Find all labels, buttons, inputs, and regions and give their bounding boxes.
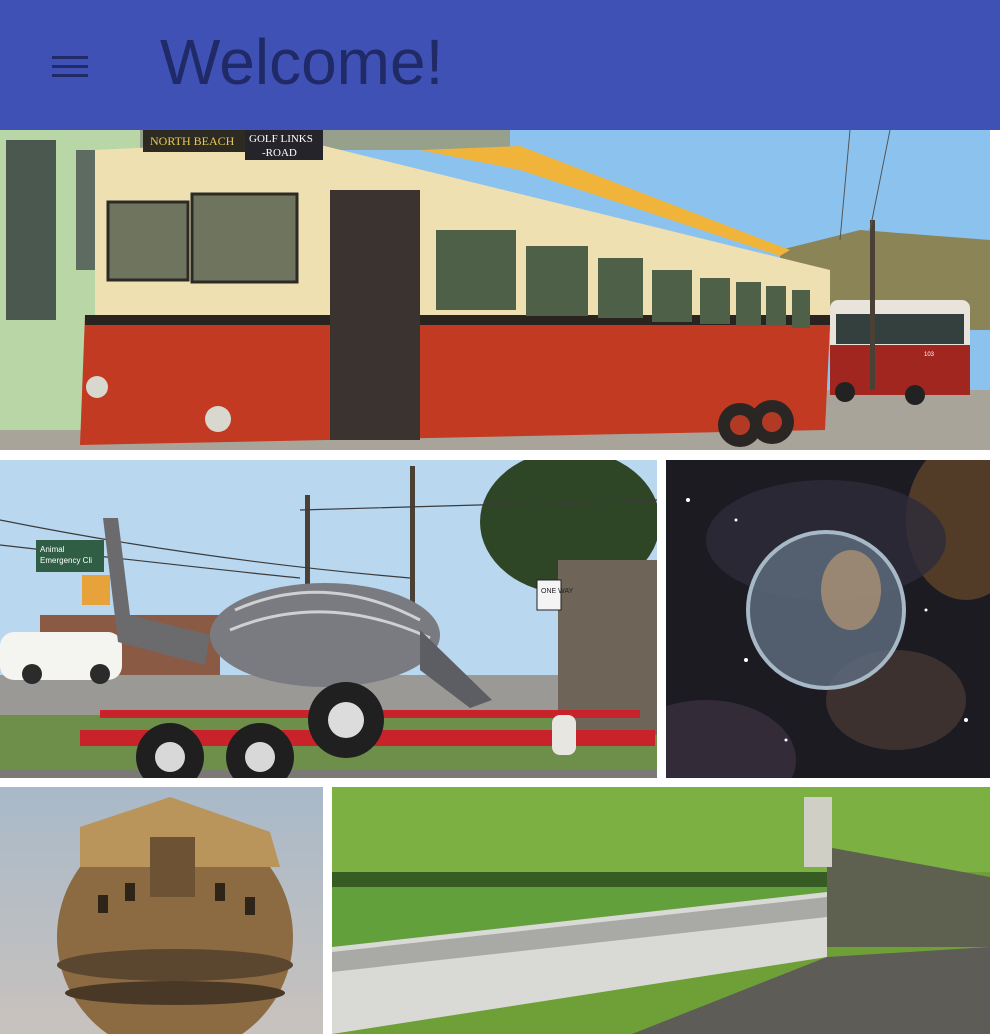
route-sign-text: NORTH BEACH [150,134,235,148]
svg-text:Emergency Cli: Emergency Cli [40,556,92,565]
page-title: Welcome! [160,26,444,98]
svg-text:Animal: Animal [40,545,65,554]
bubble-nebula-photo[interactable] [666,460,990,778]
hamburger-menu-icon[interactable] [44,46,96,86]
trolleybus-photo[interactable]: NORTH BEACH GOLF LINKS -ROAD 103 [0,130,990,450]
street-sign-text: -ROAD [262,147,297,159]
armadillo-sculpture-photo[interactable]: Animal Emergency Cli ONE WAY [0,460,657,778]
app-bar: Welcome! [0,0,1000,130]
one-way-sign-text: ONE WAY [541,588,574,595]
fleet-number: 103 [924,352,935,358]
waterfall-dam-photo[interactable] [332,787,990,1034]
svg-text:GOLF LINKS: GOLF LINKS [249,133,313,145]
water-tower-photo[interactable] [0,787,323,1034]
